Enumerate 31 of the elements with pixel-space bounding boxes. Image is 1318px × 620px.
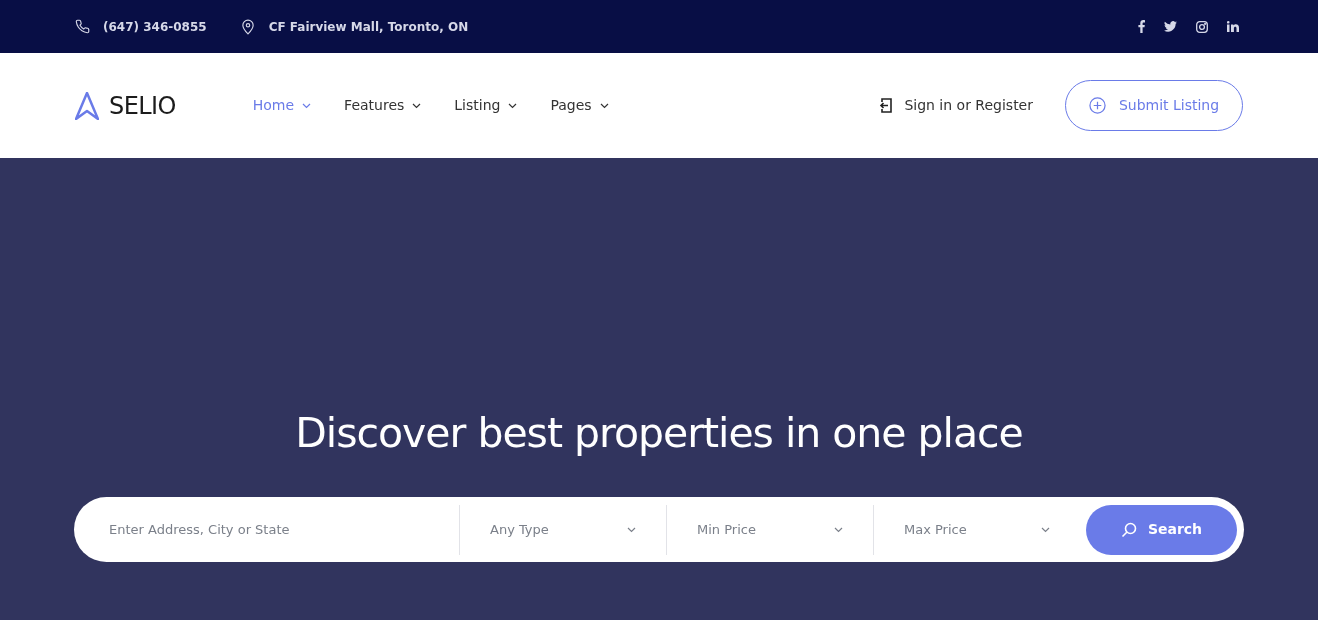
logo-text: SELIO xyxy=(109,90,176,122)
nav-link[interactable]: Features xyxy=(344,95,422,116)
address-input-field[interactable]: Enter Address, City or State xyxy=(109,519,459,540)
nav-link[interactable]: Home xyxy=(252,95,312,116)
login-icon xyxy=(879,98,893,113)
twitter-icon[interactable] xyxy=(1164,21,1177,32)
facebook-icon[interactable] xyxy=(1138,20,1145,33)
caret-icon xyxy=(508,102,518,109)
logo-icon xyxy=(75,91,99,120)
location-pin-icon xyxy=(240,18,255,35)
hero-heading: Discover best properties in one place xyxy=(295,413,1023,454)
caret-icon xyxy=(627,526,636,533)
instagram-icon[interactable] xyxy=(1196,20,1208,33)
phone-icon xyxy=(75,19,90,34)
dropdown[interactable]: Min Price xyxy=(666,504,873,555)
nav-link[interactable]: Listing xyxy=(454,95,518,116)
caret-icon xyxy=(599,102,609,109)
caret-icon xyxy=(834,526,843,533)
search-icon xyxy=(1120,521,1137,538)
caret-icon xyxy=(412,102,422,109)
search-button[interactable]: Search xyxy=(1086,504,1237,555)
sign-in-link[interactable]: Sign in or Register xyxy=(879,95,1033,116)
plus-circle-icon xyxy=(1088,97,1106,114)
address-text: CF Fairview Mall, Toronto, ON xyxy=(268,18,469,36)
caret-icon xyxy=(302,102,312,109)
nav-link[interactable]: Pages xyxy=(550,95,609,116)
caret-icon xyxy=(1041,526,1050,533)
dropdown[interactable]: Max Price xyxy=(873,504,1080,555)
phone-number: (647) 346-0855 xyxy=(103,18,207,36)
dropdown[interactable]: Any Type xyxy=(459,504,666,555)
linkedin-icon[interactable] xyxy=(1227,21,1239,32)
